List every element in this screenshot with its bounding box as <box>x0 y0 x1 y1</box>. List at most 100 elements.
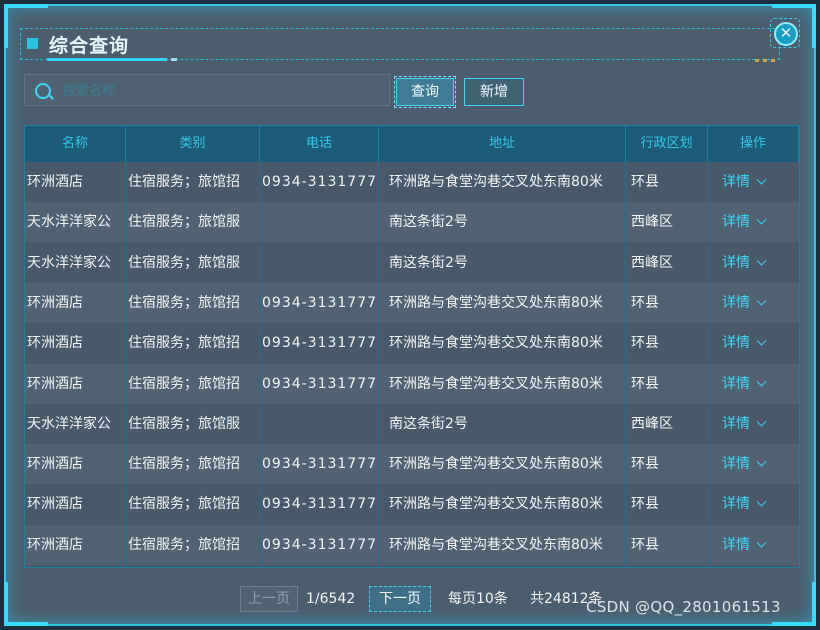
corner-decoration <box>4 582 48 626</box>
query-button[interactable]: 查询 <box>394 76 456 108</box>
table-cell-category: 住宿服务；旅馆招 <box>126 444 260 485</box>
table-cell-name: 天水洋洋家公 <box>25 403 126 444</box>
table-cell-address: 环洲路与食堂沟巷交叉处东南80米 <box>379 444 626 485</box>
chevron-down-icon[interactable] <box>756 255 767 266</box>
query-dialog: 综合查询 ✕ 查询 新增 名称类别电话地址行政区划操作 环洲酒店住宿服务；旅馆招… <box>4 4 816 626</box>
table-cell-name: 环洲酒店 <box>25 444 126 485</box>
page-info: 1/6542 <box>306 591 356 607</box>
details-label: 详情 <box>722 415 750 432</box>
table-row: 环洲酒店 住宿服务；旅馆招 0934-3131777 环洲路与食堂沟巷交叉处东南80米… <box>25 282 799 323</box>
table-cell-district: 环县 <box>626 323 708 364</box>
title-bar[interactable]: 综合查询 <box>20 28 780 62</box>
table-cell-phone: 0934-3131777 <box>260 484 379 525</box>
table-cell-phone <box>260 242 379 283</box>
table-cell-phone: 0934-3131777 <box>260 363 379 404</box>
search-box[interactable] <box>24 74 390 106</box>
close-button[interactable]: ✕ <box>770 18 800 48</box>
table-cell-phone: 0934-3131777 <box>260 323 379 364</box>
details-label: 详情 <box>722 536 750 553</box>
table-cell-name: 天水洋洋家公 <box>25 202 126 243</box>
table-cell-action: 详情 <box>708 484 799 524</box>
next-page-button[interactable]: 下一页 <box>369 586 431 612</box>
table-cell-address: 南这条街2号 <box>379 403 626 444</box>
details-link[interactable]: 详情 <box>708 456 767 473</box>
details-label: 详情 <box>722 335 750 352</box>
table-cell-category: 住宿服务；旅馆招 <box>126 323 260 364</box>
table-cell-action: 详情 <box>708 162 799 202</box>
table-cell-action: 详情 <box>708 243 799 283</box>
table-row: 环洲酒店 住宿服务；旅馆招 0934-3131777 环洲路与食堂沟巷交叉处东南80米… <box>25 484 799 525</box>
table-cell-phone <box>260 403 379 444</box>
table-cell-action: 详情 <box>708 364 799 404</box>
chevron-down-icon[interactable] <box>756 215 767 225</box>
table-cell-phone: 0934-3131777 <box>260 162 379 202</box>
table-cell-name: 环洲酒店 <box>25 363 126 404</box>
table-cell-phone: 0934-3131777 <box>260 524 379 565</box>
column-header-action: 操作 <box>708 126 799 162</box>
column-header-name: 名称 <box>25 126 126 162</box>
table-cell-name: 环洲酒店 <box>25 524 126 565</box>
table-cell-action: 详情 <box>708 444 799 484</box>
table-cell-category: 住宿服务；旅馆服 <box>126 202 260 243</box>
chevron-down-icon[interactable] <box>756 174 767 185</box>
column-header-phone: 电话 <box>260 126 379 162</box>
details-label: 详情 <box>722 375 750 392</box>
details-label: 详情 <box>722 214 750 231</box>
table-row: 环洲酒店 住宿服务；旅馆招 0934-3131777 环洲路与食堂沟巷交叉处东南80米… <box>25 323 799 364</box>
details-label: 详情 <box>722 456 750 473</box>
table-cell-district: 环县 <box>626 282 708 323</box>
table-cell-action: 详情 <box>708 202 799 242</box>
details-link[interactable]: 详情 <box>708 536 767 553</box>
add-button[interactable]: 新增 <box>464 78 524 106</box>
table-cell-address: 环洲路与食堂沟巷交叉处东南80米 <box>379 363 626 404</box>
table-header: 名称 类别 电话 地址 行政区划 操作 <box>25 126 799 162</box>
chevron-down-icon[interactable] <box>756 295 767 306</box>
table-cell-address: 环洲路与食堂沟巷交叉处东南80米 <box>379 524 626 565</box>
table-cell-action: 详情 <box>708 323 799 363</box>
table-cell-district: 环县 <box>626 363 708 404</box>
details-label: 详情 <box>722 496 750 513</box>
title-dots-decoration <box>755 59 775 62</box>
details-link[interactable]: 详情 <box>708 254 767 271</box>
column-header-category: 类别 <box>126 126 260 162</box>
results-table: 名称 类别 电话 地址 行政区划 操作 环洲酒店 住宿服务；旅馆招 0934-3131777 环… <box>24 125 800 568</box>
table-cell-district: 环县 <box>626 444 708 485</box>
details-link[interactable]: 详情 <box>708 496 767 513</box>
table-cell-name: 天水洋洋家公 <box>25 242 126 283</box>
close-icon: ✕ <box>774 22 798 46</box>
table-row: 天水洋洋家公 住宿服务；旅馆服 南这条街2号 西峰区 详情 <box>25 242 799 283</box>
chevron-down-icon[interactable] <box>756 456 767 467</box>
table-cell-district: 环县 <box>626 524 708 565</box>
details-link[interactable]: 详情 <box>708 415 767 432</box>
table-cell-district: 西峰区 <box>626 403 708 444</box>
table-cell-category: 住宿服务；旅馆招 <box>126 524 260 565</box>
details-link[interactable]: 详情 <box>708 375 767 392</box>
table-cell-district: 西峰区 <box>626 202 708 243</box>
details-label: 详情 <box>722 294 750 311</box>
table-cell-category: 住宿服务；旅馆招 <box>126 282 260 323</box>
table-cell-name: 环洲酒店 <box>25 282 126 323</box>
table-cell-name: 环洲酒店 <box>25 484 126 525</box>
search-icon <box>35 83 51 99</box>
details-label: 详情 <box>722 254 750 271</box>
chevron-down-icon[interactable] <box>756 335 767 346</box>
table-cell-phone: 0934-3131777 <box>260 282 379 323</box>
title-underline <box>47 58 167 61</box>
chevron-down-icon[interactable] <box>756 497 767 508</box>
details-link[interactable]: 详情 <box>708 335 767 352</box>
chevron-down-icon[interactable] <box>756 416 767 427</box>
chevron-down-icon[interactable] <box>756 537 767 548</box>
table-cell-phone <box>260 202 379 243</box>
table-cell-district: 环县 <box>626 162 708 202</box>
table-cell-action: 详情 <box>708 525 799 565</box>
details-link[interactable]: 详情 <box>708 214 767 231</box>
table-cell-address: 环洲路与食堂沟巷交叉处东南80米 <box>379 282 626 323</box>
details-link[interactable]: 详情 <box>708 294 767 311</box>
chevron-down-icon[interactable] <box>756 376 767 387</box>
details-link[interactable]: 详情 <box>708 174 767 190</box>
column-header-district: 行政区划 <box>626 126 708 162</box>
table-cell-action: 详情 <box>708 283 799 323</box>
table-row: 环洲酒店 住宿服务；旅馆招 0934-3131777 环洲路与食堂沟巷交叉处东南80米… <box>25 524 799 565</box>
search-input[interactable] <box>61 79 385 103</box>
prev-page-button[interactable]: 上一页 <box>240 586 298 612</box>
